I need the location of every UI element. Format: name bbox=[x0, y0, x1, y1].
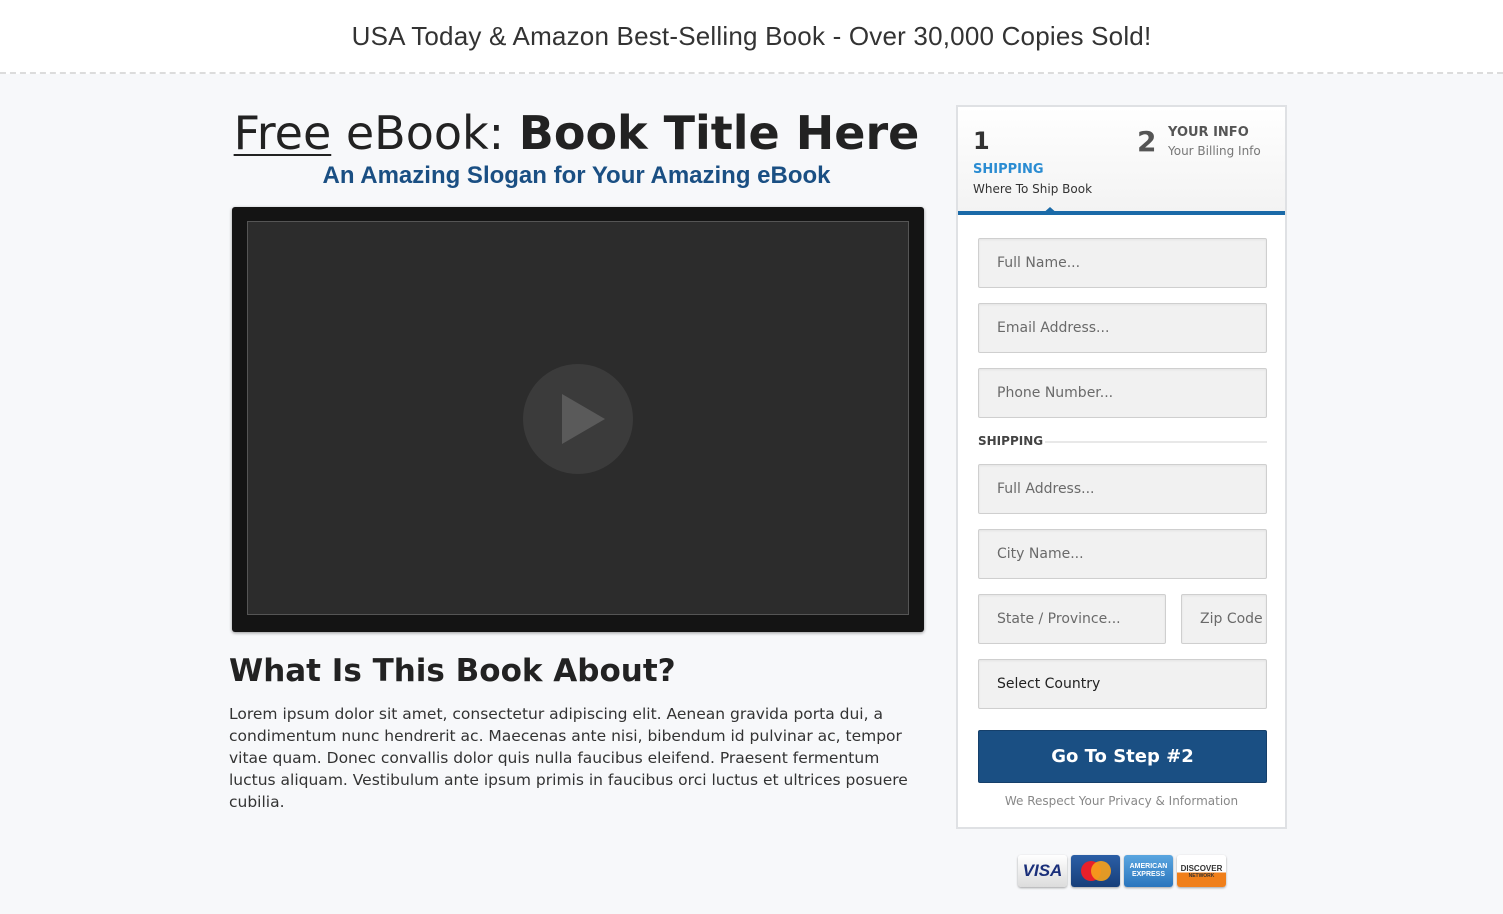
step2-title: YOUR INFO bbox=[1168, 125, 1249, 140]
order-form: 1 SHIPPING Where To Ship Book 2 YOUR INF… bbox=[956, 105, 1287, 829]
mastercard-icon bbox=[1071, 855, 1120, 887]
payment-cards: VISA AMERICAN EXPRESS DISCOVER NETWORK bbox=[1018, 855, 1226, 887]
shipping-section-label: SHIPPING bbox=[978, 434, 1044, 448]
phone-input[interactable] bbox=[978, 368, 1267, 418]
discover-card-icon: DISCOVER NETWORK bbox=[1177, 855, 1226, 887]
slogan: An Amazing Slogan for Your Amazing eBook bbox=[322, 162, 831, 189]
country-select[interactable]: Select Country bbox=[978, 659, 1267, 709]
step-progress: 1 SHIPPING Where To Ship Book 2 YOUR INF… bbox=[958, 107, 1285, 215]
email-input[interactable] bbox=[978, 303, 1267, 353]
go-to-step-2-button[interactable]: Go To Step #2 bbox=[978, 730, 1267, 783]
banner-text: USA Today & Amazon Best-Selling Book - O… bbox=[351, 20, 1152, 51]
country-select-value: Select Country bbox=[997, 676, 1101, 692]
zip-input[interactable] bbox=[1181, 594, 1267, 644]
hero-column: Free eBook: Book Title Here An Amazing S… bbox=[229, 105, 924, 811]
step1-number: 1 bbox=[973, 127, 990, 155]
about-body: Lorem ipsum dolor sit amet, consectetur … bbox=[229, 705, 908, 811]
discover-sub-label: NETWORK bbox=[1188, 872, 1215, 879]
address-input[interactable] bbox=[978, 464, 1267, 514]
visa-card-icon: VISA bbox=[1018, 855, 1067, 887]
section-divider bbox=[1045, 441, 1267, 443]
city-input[interactable] bbox=[978, 529, 1267, 579]
discover-label: DISCOVER bbox=[1180, 863, 1223, 873]
title-free: Free bbox=[233, 106, 332, 160]
play-icon[interactable] bbox=[523, 364, 633, 474]
step1-subtitle: Where To Ship Book bbox=[973, 182, 1093, 196]
amex-card-icon: AMERICAN EXPRESS bbox=[1124, 855, 1173, 887]
title-book: Book Title Here bbox=[518, 106, 920, 160]
state-input[interactable] bbox=[978, 594, 1166, 644]
page-title: Free eBook: Book Title Here bbox=[229, 105, 924, 161]
privacy-note: We Respect Your Privacy & Information bbox=[1004, 794, 1239, 808]
video-screen[interactable] bbox=[247, 221, 909, 615]
title-ebook: eBook: bbox=[331, 106, 519, 160]
step1-title: SHIPPING bbox=[973, 162, 1044, 177]
top-banner: USA Today & Amazon Best-Selling Book - O… bbox=[0, 0, 1503, 74]
step2-subtitle: Your Billing Info bbox=[1168, 144, 1261, 158]
video-player[interactable] bbox=[232, 207, 924, 632]
about-heading: What Is This Book About? bbox=[229, 653, 676, 689]
step2-number: 2 bbox=[1137, 125, 1157, 158]
full-name-input[interactable] bbox=[978, 238, 1267, 288]
active-step-indicator bbox=[1041, 207, 1059, 215]
